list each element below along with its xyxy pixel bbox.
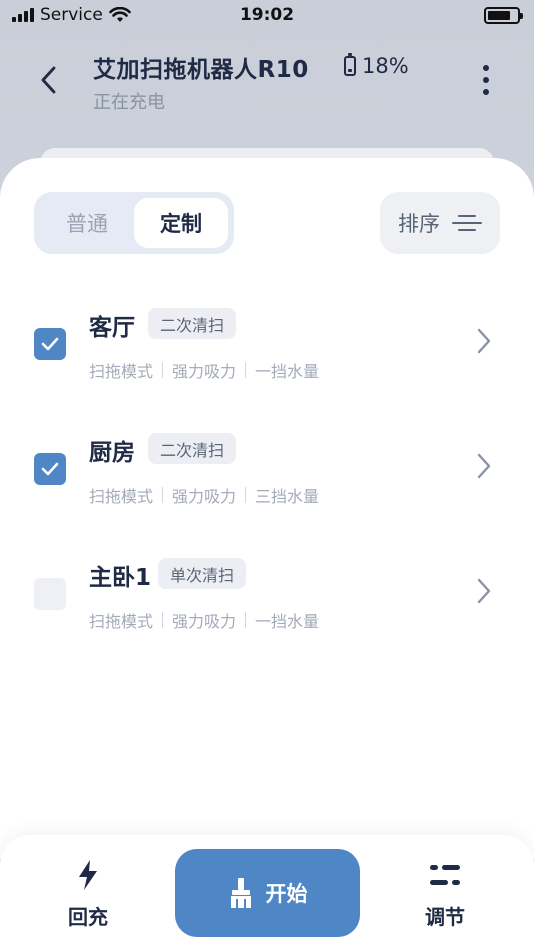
check-icon	[41, 462, 59, 476]
more-dot-icon	[483, 77, 489, 83]
divider	[162, 487, 164, 503]
recharge-button[interactable]: 回充	[43, 857, 133, 930]
check-icon	[41, 337, 59, 351]
room-water: 三挡水量	[255, 487, 320, 506]
room-suction: 强力吸力	[172, 487, 237, 506]
divider	[245, 487, 247, 503]
carrier-name: Service	[40, 5, 103, 25]
adjust-button[interactable]: 调节	[400, 857, 490, 930]
chevron-right-icon[interactable]	[474, 451, 494, 481]
sliders-icon	[400, 857, 490, 893]
chevron-left-icon	[41, 66, 56, 94]
room-clean-badge: 二次清扫	[148, 308, 237, 339]
room-checkbox[interactable]	[34, 328, 66, 360]
room-checkbox[interactable]	[34, 453, 66, 485]
start-label: 开始	[265, 882, 308, 906]
device-status: 正在充电	[93, 92, 165, 113]
room-item[interactable]: 客厅 二次清扫 扫拖模式 强力吸力 一挡水量	[0, 298, 534, 423]
room-mode: 扫拖模式	[89, 612, 154, 631]
mode-segmented-control: 普通 定制	[34, 192, 234, 254]
room-item[interactable]: 厨房 二次清扫 扫拖模式 强力吸力 三挡水量	[0, 423, 534, 548]
room-name: 客厅	[89, 315, 135, 341]
adjust-label: 调节	[425, 905, 465, 929]
tab-custom[interactable]: 定制	[134, 198, 228, 248]
room-water: 一挡水量	[255, 612, 320, 631]
divider	[245, 612, 247, 628]
bottom-action-bar: 回充 开始 调节	[0, 835, 534, 950]
wifi-icon	[109, 7, 131, 22]
room-name: 主卧1	[89, 565, 152, 591]
room-item[interactable]: 主卧1 单次清扫 扫拖模式 强力吸力 一挡水量	[0, 548, 534, 673]
divider	[162, 362, 164, 378]
more-dot-icon	[483, 65, 489, 71]
room-settings: 扫拖模式 强力吸力 一挡水量	[89, 608, 319, 632]
room-mode: 扫拖模式	[89, 362, 154, 381]
room-checkbox[interactable]	[34, 578, 66, 610]
phone-battery-fill	[488, 10, 511, 20]
status-left: Service	[12, 5, 131, 25]
room-clean-badge: 二次清扫	[148, 433, 237, 464]
sort-button[interactable]: 排序	[380, 192, 500, 254]
room-card: 普通 定制 排序 客厅 二次清扫 扫拖模式 强力吸力 一挡水量 厨房 二次清扫 …	[0, 158, 534, 858]
broom-icon	[230, 878, 251, 908]
room-list: 客厅 二次清扫 扫拖模式 强力吸力 一挡水量 厨房 二次清扫 扫拖模式 强力吸力…	[0, 298, 534, 673]
sort-label: 排序	[398, 212, 440, 236]
room-water: 一挡水量	[255, 362, 320, 381]
back-button[interactable]	[34, 62, 62, 98]
room-suction: 强力吸力	[172, 362, 237, 381]
divider	[245, 362, 247, 378]
chevron-right-icon[interactable]	[474, 326, 494, 356]
room-mode: 扫拖模式	[89, 487, 154, 506]
device-battery: 18%	[344, 53, 409, 78]
recharge-label: 回充	[68, 905, 108, 929]
tab-normal[interactable]: 普通	[40, 198, 134, 248]
phone-battery-icon	[484, 6, 523, 24]
room-suction: 强力吸力	[172, 612, 237, 631]
device-battery-text: 18%	[362, 54, 409, 78]
chevron-right-icon[interactable]	[474, 576, 494, 606]
more-dot-icon	[483, 89, 489, 95]
device-battery-icon	[344, 53, 356, 76]
room-clean-badge: 单次清扫	[158, 558, 247, 589]
status-bar: Service 19:02	[0, 0, 534, 30]
sort-icon	[452, 215, 482, 231]
start-button[interactable]: 开始	[175, 849, 360, 937]
device-battery-fill	[348, 69, 352, 72]
room-name: 厨房	[89, 440, 135, 466]
cellular-signal-icon	[12, 8, 34, 22]
lightning-icon	[43, 857, 133, 893]
room-settings: 扫拖模式 强力吸力 一挡水量	[89, 358, 319, 382]
device-title: 艾加扫拖机器人R10	[93, 57, 309, 83]
divider	[162, 612, 164, 628]
header: 艾加扫拖机器人R10 正在充电 18%	[0, 40, 534, 120]
room-settings: 扫拖模式 强力吸力 三挡水量	[89, 483, 319, 507]
more-button[interactable]	[474, 62, 498, 98]
